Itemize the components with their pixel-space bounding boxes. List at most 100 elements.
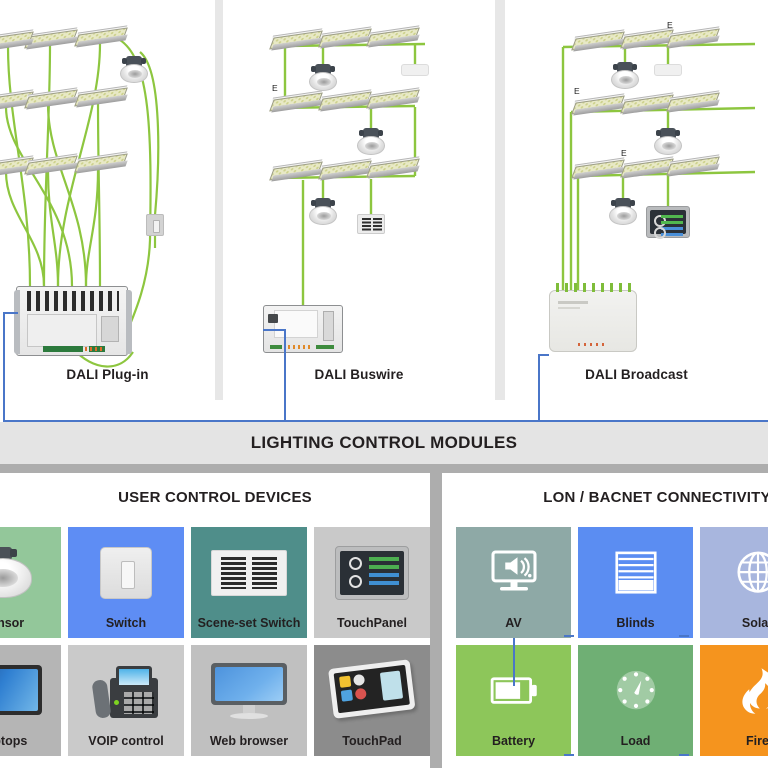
dali-buswire-controller[interactable] bbox=[263, 305, 343, 353]
section-title-lon-bacnet: LON / BACNET CONNECTIVITY bbox=[543, 489, 768, 506]
tile-label: Fire bbox=[746, 733, 768, 748]
connector-av-blinds bbox=[564, 635, 574, 637]
luminaire bbox=[24, 153, 78, 176]
tile-label: Laptops bbox=[0, 733, 28, 748]
panel-caption-dali-buswire: DALI Buswire bbox=[314, 367, 404, 382]
panel-dali-buswire[interactable]: E DALI Buswire bbox=[223, 0, 495, 400]
ceiling-sensor-box bbox=[401, 64, 429, 76]
downlight-fixture bbox=[308, 64, 338, 92]
ceiling-sensor-icon bbox=[0, 533, 61, 612]
globe-icon bbox=[700, 533, 768, 612]
downlight-fixture bbox=[356, 128, 386, 156]
gauge-icon bbox=[578, 651, 693, 730]
luminaire bbox=[269, 28, 323, 51]
tile-voip-control[interactable]: VOIP control bbox=[68, 645, 184, 756]
luminaire bbox=[571, 93, 625, 116]
band-shadow-strip bbox=[0, 464, 768, 473]
downlight-fixture bbox=[608, 198, 638, 226]
luminaire bbox=[366, 87, 420, 110]
dali-topology-area: DALI Plug-in E DALI Buswire E E E DALI B… bbox=[0, 0, 768, 422]
av-glyph bbox=[490, 549, 537, 590]
connector-load-fire bbox=[679, 754, 689, 756]
tile-blinds[interactable]: Blinds bbox=[578, 527, 693, 638]
luminaire bbox=[620, 92, 674, 115]
luminaire bbox=[571, 29, 625, 52]
bottom-sections: USER CONTROL DEVICES Sensor Switch bbox=[0, 473, 768, 768]
tile-load[interactable]: Load bbox=[578, 645, 693, 756]
tile-label: Blinds bbox=[616, 615, 655, 630]
touch-panel-icon bbox=[314, 533, 430, 612]
tile-laptops[interactable]: Laptops bbox=[0, 645, 61, 756]
flame-icon bbox=[700, 651, 768, 730]
tile-web-browser[interactable]: Web browser bbox=[191, 645, 307, 756]
diagram-root: DALI Plug-in E DALI Buswire E E E DALI B… bbox=[0, 0, 768, 768]
tile-label: Switch bbox=[105, 615, 147, 630]
panel-dali-plugin[interactable]: DALI Plug-in bbox=[0, 0, 215, 400]
user-control-devices-grid: Sensor Switch Scene-set Switch T bbox=[0, 527, 430, 756]
scene-set-switch-icon bbox=[191, 533, 307, 612]
tile-label: Battery bbox=[491, 733, 536, 748]
wall-switch-icon bbox=[68, 533, 184, 612]
tile-solar[interactable]: Solar bbox=[700, 527, 768, 638]
touch-pad-icon bbox=[314, 651, 430, 730]
luminaire bbox=[318, 89, 372, 112]
flame-glyph bbox=[741, 667, 768, 714]
tile-label: AV bbox=[505, 615, 522, 630]
tile-av[interactable]: AV bbox=[456, 527, 571, 638]
tile-switch[interactable]: Switch bbox=[68, 527, 184, 638]
emergency-label: E bbox=[272, 83, 278, 93]
luminaire bbox=[74, 151, 128, 174]
lon-bacnet-grid: AV Blinds Sola Battery Load Fire bbox=[456, 527, 768, 756]
luminaire bbox=[0, 29, 34, 52]
luminaire bbox=[74, 85, 128, 108]
downlight-fixture bbox=[308, 198, 338, 226]
wall-switch bbox=[146, 214, 164, 236]
luminaire bbox=[666, 90, 720, 113]
tile-sensor[interactable]: Sensor bbox=[0, 527, 61, 638]
downlight-fixture bbox=[653, 128, 683, 156]
blinds-icon bbox=[578, 533, 693, 612]
connector-av-battery bbox=[513, 638, 515, 686]
emergency-label: E bbox=[621, 148, 627, 158]
luminaire bbox=[366, 156, 420, 179]
dali-broadcast-controller[interactable] bbox=[549, 283, 637, 352]
blinds-glyph bbox=[614, 551, 657, 594]
tile-label: TouchPanel bbox=[337, 615, 407, 630]
tile-touchpanel[interactable]: TouchPanel bbox=[314, 527, 430, 638]
luminaire bbox=[24, 87, 78, 110]
panel-dali-broadcast[interactable]: E E E DALI Broadcast bbox=[505, 0, 768, 400]
luminaire bbox=[269, 90, 323, 113]
lighting-control-modules-band: LIGHTING CONTROL MODULES bbox=[0, 422, 768, 464]
tile-label: Solar bbox=[741, 615, 768, 630]
tile-label: VOIP control bbox=[88, 733, 164, 748]
tile-label: TouchPad bbox=[342, 733, 402, 748]
scene-keypad bbox=[357, 214, 385, 234]
luminaire bbox=[666, 26, 720, 49]
emergency-label: E bbox=[667, 20, 673, 30]
connector-battery-load bbox=[564, 754, 574, 756]
voip-phone-icon bbox=[68, 651, 184, 730]
dali-plugin-controller[interactable] bbox=[14, 286, 132, 356]
tile-label: Web browser bbox=[209, 733, 289, 748]
tile-touchpad[interactable]: TouchPad bbox=[314, 645, 430, 756]
panel-gap-2 bbox=[495, 0, 505, 400]
wall-touch-panel bbox=[646, 206, 690, 239]
monitor-icon bbox=[191, 651, 307, 730]
tile-label: Load bbox=[620, 733, 651, 748]
luminaire bbox=[366, 25, 420, 48]
globe-glyph bbox=[736, 551, 768, 593]
luminaire bbox=[318, 26, 372, 49]
panel-caption-dali-plugin: DALI Plug-in bbox=[66, 367, 149, 382]
tile-fire[interactable]: Fire bbox=[700, 645, 768, 756]
connector-blinds-solar bbox=[679, 635, 689, 637]
tile-label: Sensor bbox=[0, 615, 25, 630]
section-user-control-devices: USER CONTROL DEVICES Sensor Switch bbox=[0, 473, 430, 768]
av-speaker-monitor-icon bbox=[456, 533, 571, 612]
luminaire bbox=[571, 157, 625, 180]
gauge-glyph bbox=[616, 670, 655, 709]
luminaire bbox=[318, 158, 372, 181]
section-lon-bacnet-connectivity: LON / BACNET CONNECTIVITY AV Blinds Sola… bbox=[442, 473, 768, 768]
luminaire bbox=[269, 159, 323, 182]
tile-scene-set-switch[interactable]: Scene-set Switch bbox=[191, 527, 307, 638]
lighting-control-modules-title: LIGHTING CONTROL MODULES bbox=[250, 433, 518, 452]
